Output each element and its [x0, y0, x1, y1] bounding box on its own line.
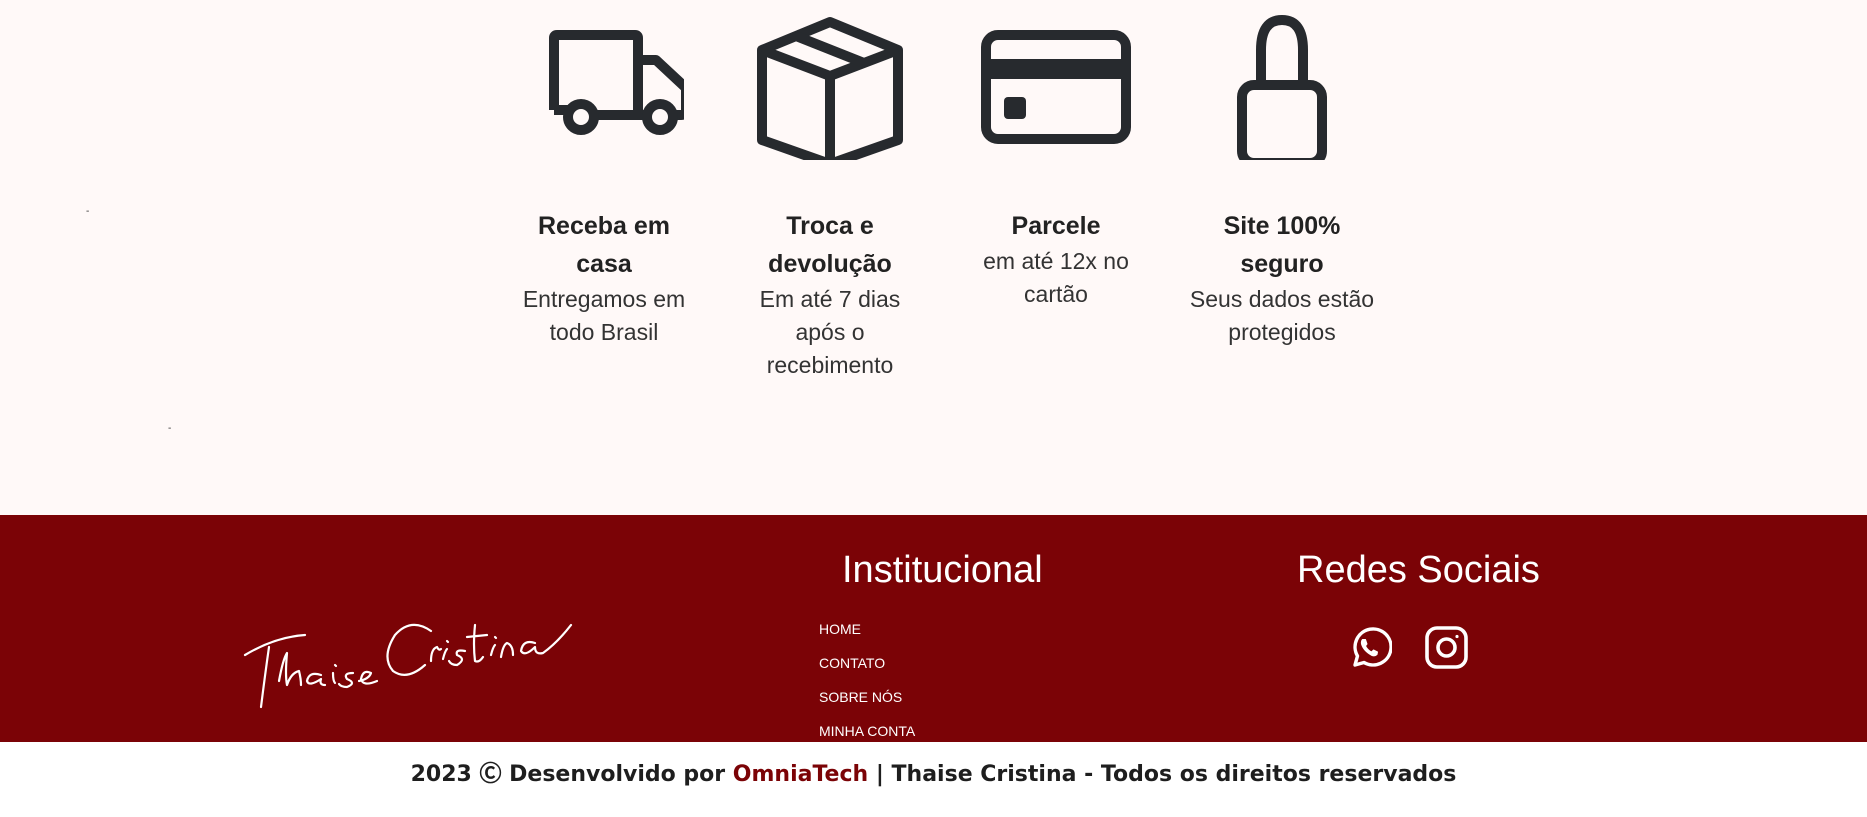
- stray-mark: -: [86, 206, 90, 217]
- instagram-icon[interactable]: [1424, 625, 1469, 670]
- feature-title: Parcele: [1011, 212, 1101, 240]
- feature-security: Site 100% seguro Seus dados estão proteg…: [1187, 10, 1377, 349]
- institutional-links: HOME CONTATO SOBRE NÓS MINHA CONTA: [819, 612, 915, 748]
- developer-link[interactable]: OmniaTech: [733, 762, 868, 787]
- site-footer: Institucional HOME CONTATO SOBRE NÓS MIN…: [0, 515, 1867, 742]
- stray-mark: -: [168, 423, 172, 434]
- truck-icon: [524, 10, 684, 160]
- whatsapp-icon[interactable]: [1347, 625, 1393, 670]
- brand-logo[interactable]: [235, 595, 595, 715]
- copyright-suffix: | Thaise Cristina - Todos os direitos re…: [868, 762, 1457, 787]
- copyright-prefix: 2023 Ⓒ Desenvolvido por: [410, 762, 733, 787]
- footer-link-about[interactable]: SOBRE NÓS: [819, 680, 915, 714]
- institutional-title: Institucional: [842, 549, 1043, 591]
- feature-title: Troca e devolução: [768, 212, 892, 278]
- feature-description: Em até 7 dias após o recebimento: [759, 286, 901, 378]
- copyright-bar: 2023 Ⓒ Desenvolvido por OmniaTech | Thai…: [0, 742, 1867, 817]
- social-links: [1347, 625, 1469, 670]
- feature-description: em até 12x no cartão: [983, 248, 1129, 307]
- feature-title: Receba em casa: [537, 212, 671, 278]
- feature-installments: Parcele em até 12x no cartão: [961, 10, 1151, 311]
- feature-delivery: Receba em casa Entregamos em todo Brasil: [509, 10, 699, 349]
- feature-description: Seus dados estão protegidos: [1189, 286, 1375, 345]
- credit-card-icon: [976, 10, 1136, 160]
- lock-icon: [1202, 10, 1362, 160]
- box-icon: [750, 10, 910, 160]
- feature-title: Site 100% seguro: [1223, 212, 1341, 278]
- social-title: Redes Sociais: [1297, 549, 1540, 591]
- footer-link-contact[interactable]: CONTATO: [819, 646, 915, 680]
- footer-link-home[interactable]: HOME: [819, 612, 915, 646]
- feature-exchange: Troca e devolução Em até 7 dias após o r…: [735, 10, 925, 382]
- feature-description: Entregamos em todo Brasil: [522, 286, 686, 345]
- features-section: - - Receba em casa Entregamos em todo Br…: [0, 0, 1867, 515]
- copyright-text: 2023 Ⓒ Desenvolvido por OmniaTech | Thai…: [0, 737, 1867, 812]
